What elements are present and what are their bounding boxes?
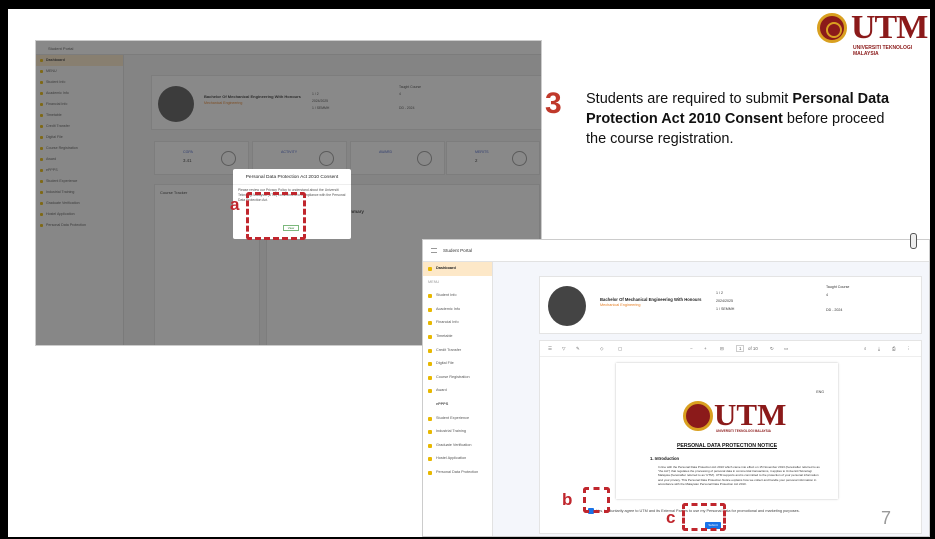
portal-sidebar: Dashboard MENU Student Info Academic Inf… <box>423 262 493 536</box>
sidebar-item-epppps[interactable]: ePPPS <box>423 398 492 412</box>
sidebar-item-student-experience[interactable]: Student Experience <box>423 412 492 426</box>
page-number: 7 <box>881 508 892 528</box>
avatar <box>548 286 586 326</box>
credits-value: 4 <box>826 293 828 297</box>
utm-logo-text: UTM <box>851 9 928 46</box>
faculty-name: Mechanical Engineering <box>600 303 641 307</box>
more-icon[interactable]: ⋮ <box>906 346 910 352</box>
callout-a-box <box>246 192 306 240</box>
portal-title: Student Portal <box>443 248 473 253</box>
pdf-page: ENG UTM UNIVERSITI TEKNOLOGI MALAYSIA PE… <box>616 363 838 499</box>
sidebar-item-timetable[interactable]: Timetable <box>423 330 492 344</box>
utm-logo: UTM UNIVERSITI TEKNOLOGI MALAYSIA <box>817 9 928 65</box>
student-profile-card: Bachelor Of Mechanical Engineering With … <box>539 276 922 334</box>
fit-page-icon[interactable]: ⊟ <box>720 346 724 352</box>
sidebar-item-hostel-application[interactable]: Hostel Application <box>423 452 492 466</box>
zoom-in-icon[interactable]: + <box>704 346 707 351</box>
slide: UTM UNIVERSITI TEKNOLOGI MALAYSIA 3 Stud… <box>8 9 930 537</box>
code-value: DD - 2024 <box>826 308 843 312</box>
zoom-out-icon[interactable]: − <box>690 346 693 351</box>
sem-value: 1 / SEMMH <box>716 307 735 311</box>
portal-topbar: Student Portal <box>423 240 929 262</box>
pdf-logo-text: UTM <box>714 397 787 432</box>
sidebar-item-digital-file[interactable]: Digital File <box>423 357 492 371</box>
callout-b-box <box>583 487 610 513</box>
sidebar-item-award[interactable]: Award <box>423 384 492 398</box>
sidebar-item-credit-transfer[interactable]: Credit Transfer <box>423 344 492 358</box>
sidebar-item-personal-data-protection[interactable]: Personal Data Protection <box>423 466 492 480</box>
pdf-title: PERSONAL DATA PROTECTION NOTICE <box>676 443 778 449</box>
program-name: Bachelor Of Mechanical Engineering With … <box>600 297 702 302</box>
sidebar-item-student-info[interactable]: Student Info <box>423 289 492 303</box>
draw-icon[interactable]: ✎ <box>576 346 580 352</box>
sidebar-item-course-registration[interactable]: Course Registration <box>423 371 492 385</box>
sidebar-toggle-icon[interactable]: ☰ <box>548 346 552 352</box>
sidebar-item-graduate-verification[interactable]: Graduate Verification <box>423 439 492 453</box>
pdf-body-text: In line with the Personal Data Protectio… <box>658 465 820 486</box>
erase-icon[interactable]: ▢ <box>618 346 622 352</box>
utm-seal-icon <box>683 401 713 431</box>
step-instruction: Students are required to submit Personal… <box>586 91 890 147</box>
sidebar-section-menu: MENU <box>428 279 440 284</box>
pdf-language: ENG <box>816 390 824 394</box>
callout-c-label: c <box>666 508 676 527</box>
pdf-logo-subtitle: UNIVERSITI TEKNOLOGI MALAYSIA <box>716 429 771 433</box>
session-value: 2024/2025 <box>716 299 733 303</box>
year-value: 1 / 2 <box>716 291 723 295</box>
download-icon[interactable]: ⤓ <box>878 346 880 351</box>
sidebar-item-academic-info[interactable]: Academic Info <box>423 303 492 317</box>
modal-title: Personal Data Protection Act 2010 Consen… <box>233 169 351 185</box>
sidebar-item-financial-info[interactable]: Financial Info <box>423 316 492 330</box>
page-number-input[interactable]: 1 <box>736 345 745 352</box>
portal-screenshot-consent-form: Student Portal Dashboard MENU Student In… <box>422 239 930 537</box>
pdf-toolbar: ☰ ▽ ✎ ◇ ▢ − + ⊟ 1 of 10 ↻ ▭ ⌕ ⤓ ⎙ ⋮ <box>540 341 921 357</box>
scroll-handle[interactable] <box>910 233 917 249</box>
search-icon[interactable]: ⌕ <box>864 346 866 351</box>
utm-seal-icon <box>817 13 847 43</box>
page-count: of 10 <box>748 346 758 351</box>
view-icon[interactable]: ▭ <box>784 346 788 352</box>
course-type-value: Taught Course <box>826 285 850 289</box>
pdf-section-heading: 1. Introduction <box>650 456 680 461</box>
utm-logo-subtitle: UNIVERSITI TEKNOLOGI MALAYSIA <box>853 45 913 57</box>
callout-a-label: a <box>230 195 240 214</box>
highlight-icon[interactable]: ◇ <box>600 346 603 352</box>
step-number: 3 <box>545 87 562 120</box>
print-icon[interactable]: ⎙ <box>892 346 896 351</box>
callout-b-label: b <box>562 490 573 509</box>
callout-c-box <box>682 503 726 531</box>
filter-icon[interactable]: ▽ <box>562 346 565 352</box>
menu-icon[interactable] <box>431 248 437 253</box>
rotate-icon[interactable]: ↻ <box>770 346 774 352</box>
sidebar-item-dashboard[interactable]: Dashboard <box>423 262 492 276</box>
sidebar-item-industrial-training[interactable]: Industrial Training <box>423 425 492 439</box>
